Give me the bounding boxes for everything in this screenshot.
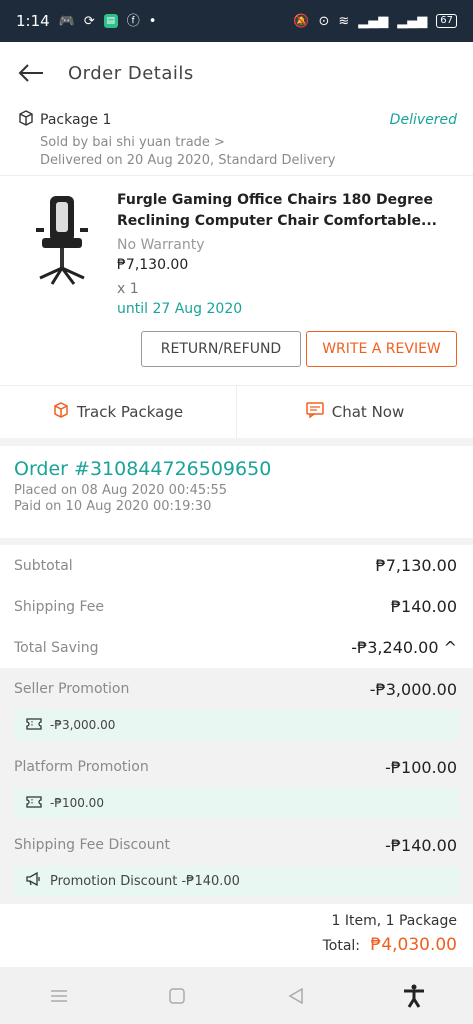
subtotal-label: Subtotal bbox=[14, 557, 73, 574]
product-name-line1: Furgle Gaming Office Chairs 180 Degree bbox=[117, 192, 434, 208]
paid-date: Paid on 10 Aug 2020 00:19:30 bbox=[14, 499, 212, 514]
app-icon: ▤ bbox=[103, 14, 118, 28]
seller-voucher-chip: -₱3,000.00 bbox=[14, 710, 459, 740]
total-label: Total: bbox=[322, 938, 361, 954]
shipping-value: ₱140.00 bbox=[390, 597, 457, 616]
delivery-info: Delivered on 20 Aug 2020, Standard Deliv… bbox=[40, 153, 336, 168]
subtotal-row: Subtotal ₱7,130.00 bbox=[0, 545, 473, 586]
shipping-promo-text: Promotion Discount -₱140.00 bbox=[50, 873, 240, 889]
signal-icon: ▂▄▆ bbox=[358, 13, 389, 29]
package-section: Package 1 Delivered Sold by bai shi yuan… bbox=[0, 104, 473, 176]
accessibility-button[interactable] bbox=[394, 976, 434, 1016]
platform-voucher-amount: -₱100.00 bbox=[50, 796, 104, 810]
shipping-discount-value: -₱140.00 bbox=[385, 835, 457, 855]
product-name[interactable]: Furgle Gaming Office Chairs 180 Degree R… bbox=[117, 190, 457, 232]
seller-promo-value: -₱3,000.00 bbox=[369, 679, 457, 699]
total-saving-row[interactable]: Total Saving -₱3,240.00 ^ bbox=[0, 627, 473, 668]
write-review-button[interactable]: WRITE A REVIEW bbox=[306, 331, 457, 367]
package-icon bbox=[18, 110, 34, 130]
shipping-row: Shipping Fee ₱140.00 bbox=[0, 586, 473, 627]
megaphone-icon bbox=[26, 871, 42, 890]
status-bar: 1:14 🎮 ⟳ ▤ ⓕ • 🔕 ⊙ ≋ ▂▄▆ ▂▄▆ 67 bbox=[0, 0, 473, 42]
page-title: Order Details bbox=[68, 62, 194, 84]
total-amount: ₱4,030.00 bbox=[370, 935, 457, 955]
payment-summary: Subtotal ₱7,130.00 Shipping Fee ₱140.00 … bbox=[0, 545, 473, 909]
subtotal-value: ₱7,130.00 bbox=[375, 556, 457, 575]
seller-voucher-amount: -₱3,000.00 bbox=[50, 718, 116, 732]
order-info: Order #310844726509650 Placed on 08 Aug … bbox=[0, 446, 473, 538]
return-refund-button[interactable]: RETURN/REFUND bbox=[141, 331, 301, 367]
total-saving-label: Total Saving bbox=[14, 639, 99, 656]
product-price: ₱7,130.00 bbox=[117, 257, 189, 273]
shipping-label: Shipping Fee bbox=[14, 598, 105, 615]
package-actions: Track Package Chat Now bbox=[0, 386, 473, 438]
product-image[interactable] bbox=[32, 192, 94, 287]
status-time: 1:14 bbox=[16, 12, 50, 30]
shipping-discount-label: Shipping Fee Discount bbox=[14, 837, 170, 853]
platform-promo-value: -₱100.00 bbox=[385, 757, 457, 777]
track-package-button[interactable]: Track Package bbox=[0, 386, 236, 438]
package-title: Package 1 bbox=[40, 112, 112, 128]
warranty-text: No Warranty bbox=[117, 237, 205, 253]
seller-promo-row: Seller Promotion -₱3,000.00 bbox=[0, 668, 473, 710]
product-quantity: x 1 bbox=[117, 281, 139, 297]
platform-promo-label: Platform Promotion bbox=[14, 759, 149, 775]
signal-icon-2: ▂▄▆ bbox=[397, 13, 428, 29]
gamepad-icon: 🎮 bbox=[58, 13, 75, 29]
item-count: 1 Item, 1 Package bbox=[331, 913, 457, 929]
total-saving-value: -₱3,240.00 ^ bbox=[351, 638, 457, 657]
order-number: Order #310844726509650 bbox=[14, 458, 272, 480]
mute-icon: 🔕 bbox=[293, 13, 310, 29]
system-nav-bar bbox=[0, 967, 473, 1024]
product-name-line2: Reclining Computer Chair Comfortable... bbox=[117, 213, 438, 229]
home-button[interactable] bbox=[157, 976, 197, 1016]
location-icon: ⊙ bbox=[318, 13, 330, 29]
return-until: until 27 Aug 2020 bbox=[117, 301, 243, 317]
status-badge: Delivered bbox=[389, 112, 457, 128]
voucher-icon bbox=[26, 795, 42, 811]
box-icon bbox=[53, 402, 69, 422]
back-arrow-icon[interactable] bbox=[16, 58, 46, 88]
seller-promo-label: Seller Promotion bbox=[14, 681, 130, 697]
promotions-block: Seller Promotion -₱3,000.00 -₱3,000.00 P… bbox=[0, 668, 473, 904]
app-header: Order Details bbox=[0, 42, 473, 104]
order-totals: 1 Item, 1 Package Total: ₱4,030.00 bbox=[0, 909, 473, 967]
chat-icon bbox=[306, 402, 324, 422]
order-item: Furgle Gaming Office Chairs 180 Degree R… bbox=[0, 176, 473, 386]
battery-icon: 67 bbox=[436, 14, 457, 28]
recents-button[interactable] bbox=[39, 976, 79, 1016]
dot-icon: • bbox=[148, 13, 157, 29]
wifi-icon: ≋ bbox=[338, 13, 350, 29]
chat-now-label: Chat Now bbox=[331, 403, 405, 421]
platform-promo-row: Platform Promotion -₱100.00 bbox=[0, 746, 473, 788]
facebook-icon: ⓕ bbox=[126, 13, 140, 29]
track-package-label: Track Package bbox=[76, 403, 184, 421]
back-button[interactable] bbox=[276, 976, 316, 1016]
platform-voucher-chip: -₱100.00 bbox=[14, 788, 459, 818]
placed-date: Placed on 08 Aug 2020 00:45:55 bbox=[14, 483, 228, 498]
chat-now-button[interactable]: Chat Now bbox=[236, 386, 473, 438]
shipping-promo-chip: Promotion Discount -₱140.00 bbox=[14, 866, 459, 896]
sync-icon: ⟳ bbox=[83, 13, 95, 29]
seller-link[interactable]: Sold by bai shi yuan trade > bbox=[40, 134, 457, 152]
shipping-discount-row: Shipping Fee Discount -₱140.00 bbox=[0, 824, 473, 866]
voucher-icon bbox=[26, 717, 42, 733]
